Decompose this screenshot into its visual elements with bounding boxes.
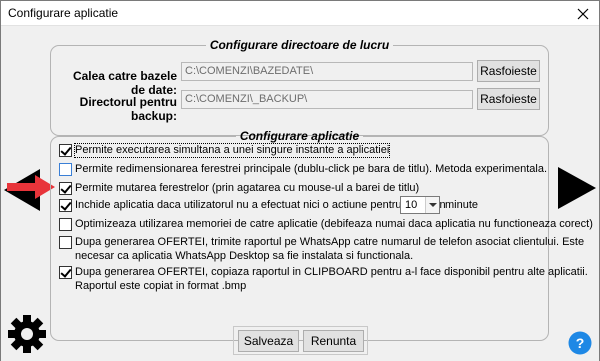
db-path-label: Calea catre bazele de date: bbox=[72, 69, 177, 97]
help-icon[interactable]: ? bbox=[568, 331, 592, 355]
title-bar[interactable]: Configurare aplicatie bbox=[1, 1, 599, 26]
dialog-body: Configurare directoare de lucru Calea ca… bbox=[1, 27, 599, 361]
chevron-down-icon[interactable] bbox=[425, 197, 439, 213]
gear-icon[interactable] bbox=[8, 315, 46, 353]
move-windows-label[interactable]: Permite mutarea ferestrelor (prin agatar… bbox=[75, 182, 419, 195]
backup-browse-button[interactable]: Rasfoieste bbox=[477, 88, 540, 110]
clipboard-report-label-line2[interactable]: Raportul este copiat in format .bmp bbox=[75, 280, 246, 293]
single-instance-label[interactable]: Permite executarea simultana a unei sing… bbox=[73, 143, 391, 158]
save-button[interactable]: Salveaza bbox=[238, 330, 299, 352]
optimize-memory-label[interactable]: Optimizeaza utilizarea memoriei de catre… bbox=[75, 218, 593, 231]
clipboard-report-checkbox[interactable] bbox=[59, 266, 72, 279]
idle-close-label[interactable]: Inchide aplicatia daca utilizatorul nu a… bbox=[75, 199, 446, 212]
next-arrow-icon[interactable] bbox=[558, 167, 596, 209]
app-config-group: Configurare aplicatie bbox=[50, 129, 549, 341]
optimize-memory-checkbox[interactable] bbox=[59, 218, 72, 231]
window-title: Configurare aplicatie bbox=[8, 6, 119, 20]
move-windows-checkbox[interactable] bbox=[59, 182, 72, 195]
backup-path-label: Directorul pentru backup: bbox=[79, 95, 177, 123]
svg-text:?: ? bbox=[576, 335, 585, 351]
backup-path-field[interactable]: C:\COMENZI\_BACKUP\ bbox=[181, 90, 473, 109]
db-path-field[interactable]: C:\COMENZI\BAZEDATE\ bbox=[181, 62, 473, 81]
single-instance-checkbox[interactable] bbox=[59, 144, 72, 157]
directories-group-title: Configurare directoare de lucru bbox=[209, 38, 390, 52]
whatsapp-report-label[interactable]: Dupa generarea OFERTEI, trimite raportul… bbox=[75, 236, 584, 249]
idle-minutes-value: 10 bbox=[405, 199, 418, 211]
minutes-label: minute bbox=[445, 199, 479, 211]
resize-main-checkbox[interactable] bbox=[59, 163, 72, 176]
pointer-arrow-icon bbox=[7, 175, 55, 199]
clipboard-report-label[interactable]: Dupa generarea OFERTEI, copiaza raportul… bbox=[75, 266, 588, 279]
resize-main-label[interactable]: Permite redimensionarea ferestrei princi… bbox=[75, 163, 547, 176]
idle-close-checkbox[interactable] bbox=[59, 199, 72, 212]
whatsapp-report-label-line2[interactable]: necesar ca aplicatia WhatsApp Desktop sa… bbox=[75, 250, 413, 263]
app-config-group-title: Configurare aplicatie bbox=[239, 129, 360, 143]
whatsapp-report-checkbox[interactable] bbox=[59, 236, 72, 249]
configure-app-window: Configurare aplicatie Configurare direct… bbox=[0, 0, 600, 361]
cancel-button[interactable]: Renunta bbox=[303, 330, 364, 352]
db-browse-button[interactable]: Rasfoieste bbox=[477, 60, 540, 82]
close-icon[interactable] bbox=[576, 7, 590, 21]
idle-minutes-select[interactable]: 10 bbox=[400, 196, 440, 214]
